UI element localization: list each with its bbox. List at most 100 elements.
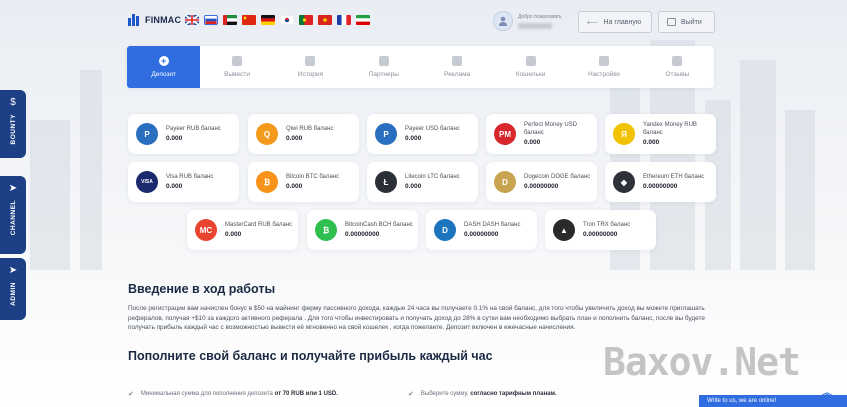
payeer-icon: P <box>136 123 158 145</box>
flag-cn-icon[interactable] <box>242 15 256 25</box>
balance-card[interactable]: PM Perfect Money USD баланс 0.000 <box>486 114 597 154</box>
logo-text: FINMAC <box>145 15 182 25</box>
sidebar-bounty[interactable]: $ BOUNTY <box>0 90 26 158</box>
dogecoin-icon: D <box>494 171 516 193</box>
balance-label: Visa RUB баланс <box>166 173 214 180</box>
language-switcher <box>185 15 370 25</box>
history-icon <box>305 56 316 66</box>
balance-card[interactable]: ₿ Bitcoin BTC баланс 0.000 <box>248 162 359 202</box>
user-name-redacted <box>518 22 552 29</box>
watermark: Baxov.Net <box>603 340 801 384</box>
check-icon: ✔ <box>408 391 414 398</box>
flag-ae-icon[interactable] <box>223 15 237 25</box>
logout-icon <box>667 18 676 26</box>
balance-value: 0.000 <box>405 183 422 191</box>
balance-card[interactable]: D Dogecoin DOGE баланс 0.00000000 <box>486 162 597 202</box>
ethereum-icon: ◆ <box>613 171 635 193</box>
logout-button-label: Выйти <box>681 18 702 26</box>
tab-label: История <box>297 71 324 78</box>
balance-label: Litecoin LTC баланс <box>405 173 460 180</box>
balance-value: 0.000 <box>405 135 422 143</box>
check-icon: ✔ <box>128 391 134 398</box>
balance-card[interactable]: ₿ BitcoinCash BCH баланс 0.00000000 <box>307 210 418 250</box>
bitcoin-cash-icon: ₿ <box>315 219 337 241</box>
bullet2-bold: согласно тарифным планам. <box>470 391 557 397</box>
sidebar-channel[interactable]: ➤ CHANNEL <box>0 176 26 254</box>
gear-icon <box>598 56 609 66</box>
intro-text: После регистрации вам начислен бонус в $… <box>128 305 705 332</box>
balance-label: DASH DASH баланс <box>464 221 521 228</box>
withdraw-icon <box>232 56 243 66</box>
flag-vn-icon[interactable] <box>318 15 332 25</box>
sidebar-admin[interactable]: ➤ ADMIN <box>0 258 26 320</box>
tab-wallets[interactable]: Кошельки <box>494 46 567 88</box>
main-tabs: + Депозит Вывести История Партнеры Рекла… <box>127 46 714 88</box>
balance-card[interactable]: Ł Litecoin LTC баланс 0.000 <box>367 162 478 202</box>
qiwi-icon: Q <box>256 123 278 145</box>
balance-card[interactable]: ▲ Tron TRX баланс 0.00000000 <box>545 210 656 250</box>
tab-reviews[interactable]: Отзывы <box>641 46 714 88</box>
user-greeting: Добро пожаловать <box>518 13 562 20</box>
flag-en-icon[interactable] <box>185 15 199 25</box>
sidebar-channel-label: CHANNEL <box>9 200 17 236</box>
balance-card[interactable]: Q Qiwi RUB баланс 0.000 <box>248 114 359 154</box>
flag-pt-icon[interactable] <box>299 15 313 25</box>
balance-label: Payeer RUB баланс <box>166 125 221 132</box>
tab-label: Кошельки <box>515 71 546 78</box>
tab-settings[interactable]: Настройки <box>567 46 640 88</box>
header: FINMAC Добро пожаловать ⟵ На главную Вый… <box>0 0 847 44</box>
flag-fr-icon[interactable] <box>337 15 351 25</box>
home-button[interactable]: ⟵ На главную <box>578 11 652 33</box>
dash-icon: D <box>434 219 456 241</box>
balance-card[interactable]: VISA Visa RUB баланс 0.000 <box>128 162 239 202</box>
balance-value: 0.00000000 <box>583 231 618 239</box>
balance-value: 0.00000000 <box>643 183 678 191</box>
sidebar-bounty-label: BOUNTY <box>9 114 17 145</box>
tab-history[interactable]: История <box>274 46 347 88</box>
balance-value: 0.000 <box>524 139 541 146</box>
balance-card[interactable]: P Payeer USD баланс 0.000 <box>367 114 478 154</box>
user-profile[interactable]: Добро пожаловать <box>493 11 562 31</box>
balance-value: 0.000 <box>643 139 660 146</box>
logo-icon <box>128 14 142 26</box>
tab-withdraw[interactable]: Вывести <box>200 46 273 88</box>
logo[interactable]: FINMAC <box>128 14 181 26</box>
bullet1-bold: от 70 RUB или 1 USD. <box>274 391 338 397</box>
home-button-label: На главную <box>603 18 642 26</box>
intro-title: Введение в ход работы <box>128 282 276 296</box>
reviews-icon <box>672 56 683 66</box>
wallet-icon <box>525 56 536 66</box>
balance-value: 0.000 <box>225 231 242 239</box>
balance-label: Perfect Money USD баланс <box>524 122 578 136</box>
tab-label: Отзывы <box>665 71 690 78</box>
flag-de-icon[interactable] <box>261 15 275 25</box>
bullet1-text: Минимальная сумма для пополнения депозит… <box>140 391 273 397</box>
telegram-icon: ➤ <box>8 264 18 276</box>
balance-card[interactable]: D DASH DASH баланс 0.00000000 <box>426 210 537 250</box>
tab-label: Депозит <box>151 71 177 78</box>
balance-label: Ethereum ETH баланс <box>643 173 705 180</box>
chat-widget[interactable]: Write to us, we are online! <box>699 395 847 407</box>
balance-label: Tron TRX баланс <box>583 221 631 228</box>
balance-card[interactable]: Я Yandex Money RUB баланс 0.000 <box>605 114 716 154</box>
flag-ir-icon[interactable] <box>356 15 370 25</box>
flag-ru-icon[interactable] <box>204 15 218 25</box>
tab-deposit[interactable]: + Депозит <box>127 46 201 88</box>
plus-icon: + <box>158 56 169 66</box>
balance-card[interactable]: P Payeer RUB баланс 0.000 <box>128 114 239 154</box>
balance-value: 0.000 <box>166 183 183 191</box>
tab-label: Вывести <box>224 71 250 78</box>
user-avatar-icon <box>493 11 513 31</box>
balance-card[interactable]: ◆ Ethereum ETH баланс 0.00000000 <box>605 162 716 202</box>
balance-value: 0.000 <box>286 135 303 143</box>
flag-kr-icon[interactable] <box>280 15 294 25</box>
balance-card[interactable]: MC MasterCard RUB баланс 0.000 <box>187 210 298 250</box>
tab-ads[interactable]: Реклама <box>421 46 494 88</box>
bag-icon: $ <box>10 96 16 108</box>
tab-label: Реклама <box>444 71 471 78</box>
balance-label: Dogecoin DOGE баланс <box>524 173 591 180</box>
tab-partners[interactable]: Партнеры <box>347 46 420 88</box>
litecoin-icon: Ł <box>375 171 397 193</box>
logout-button[interactable]: Выйти <box>658 11 715 33</box>
bullet-min-amount: ✔ Минимальная сумма для пополнения депоз… <box>128 390 408 398</box>
